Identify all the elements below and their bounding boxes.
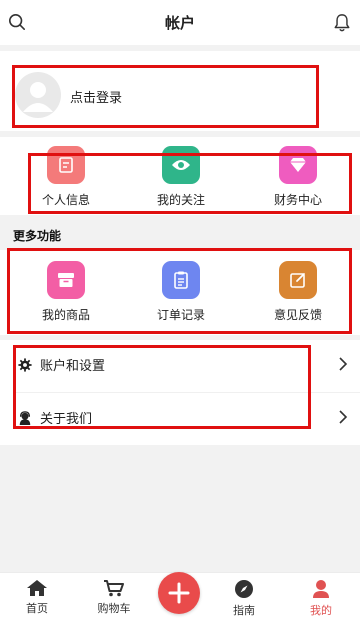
settings-label: 关于我们 bbox=[40, 412, 93, 427]
settings-list: 账户和设置 关于我们 bbox=[0, 340, 360, 445]
tab-label: 指南 bbox=[233, 604, 255, 617]
cart-icon bbox=[104, 580, 124, 597]
more-features: 我的商品 订单记录 意见反馈 bbox=[0, 250, 360, 335]
tab-label: 购物车 bbox=[97, 602, 131, 615]
quick-link-finance[interactable]: 财务中心 bbox=[238, 146, 358, 208]
top-bar: 帐户 bbox=[0, 0, 360, 45]
tab-home[interactable]: 首页 bbox=[1, 573, 73, 620]
chevron-right-icon bbox=[339, 410, 348, 424]
plus-icon bbox=[168, 582, 190, 604]
diamond-icon bbox=[279, 146, 317, 184]
chevron-right-icon bbox=[339, 357, 348, 371]
feature-label: 意见反馈 bbox=[273, 308, 322, 322]
home-icon bbox=[27, 580, 47, 596]
page-title: 帐户 bbox=[164, 14, 195, 32]
login-label: 点击登录 bbox=[70, 91, 123, 106]
note-icon bbox=[47, 146, 85, 184]
avatar-icon bbox=[15, 72, 61, 118]
settings-label: 账户和设置 bbox=[40, 359, 106, 374]
bell-icon[interactable] bbox=[333, 13, 351, 33]
compass-icon bbox=[235, 580, 253, 598]
tab-mine[interactable]: 我的 bbox=[285, 573, 357, 620]
quick-link-label: 个人信息 bbox=[41, 193, 90, 207]
quick-link-label: 我的关注 bbox=[156, 193, 205, 207]
section-title: 更多功能 bbox=[13, 229, 62, 243]
eye-icon bbox=[162, 146, 200, 184]
gear-icon bbox=[18, 358, 32, 372]
tab-cart[interactable]: 购物车 bbox=[78, 573, 150, 620]
feature-label: 订单记录 bbox=[156, 308, 205, 322]
edit-icon bbox=[279, 261, 317, 299]
tab-label: 我的 bbox=[310, 604, 332, 617]
clipboard-icon bbox=[162, 261, 200, 299]
feature-orders[interactable]: 订单记录 bbox=[121, 261, 241, 323]
feature-my-products[interactable]: 我的商品 bbox=[6, 261, 126, 323]
settings-item-about[interactable]: 关于我们 bbox=[0, 393, 360, 443]
quick-link-label: 财务中心 bbox=[273, 193, 322, 207]
quick-link-profile[interactable]: 个人信息 bbox=[6, 146, 126, 208]
quick-links: 个人信息 我的关注 财务中心 bbox=[0, 137, 360, 215]
box-icon bbox=[47, 261, 85, 299]
settings-item-account[interactable]: 账户和设置 bbox=[0, 340, 360, 393]
login-card[interactable]: 点击登录 bbox=[0, 51, 360, 131]
tab-guide[interactable]: 指南 bbox=[208, 573, 280, 620]
support-icon bbox=[19, 411, 31, 425]
add-button[interactable] bbox=[158, 572, 200, 614]
feature-label: 我的商品 bbox=[41, 308, 90, 322]
quick-link-follows[interactable]: 我的关注 bbox=[121, 146, 241, 208]
feature-feedback[interactable]: 意见反馈 bbox=[238, 261, 358, 323]
person-icon bbox=[313, 580, 329, 598]
tab-label: 首页 bbox=[26, 602, 48, 615]
